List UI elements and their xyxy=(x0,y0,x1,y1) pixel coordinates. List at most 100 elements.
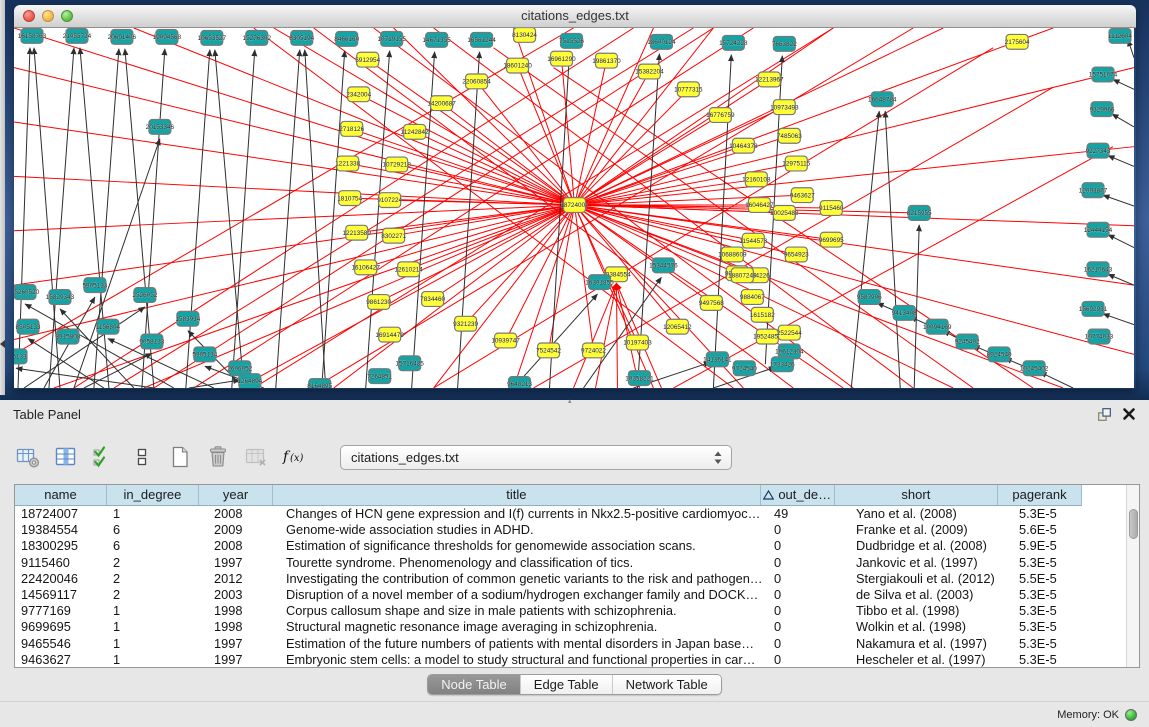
graph-node[interactable]: 11242842 xyxy=(401,124,429,139)
graph-node[interactable]: 11544573 xyxy=(739,233,767,248)
table-cell[interactable]: 0 xyxy=(769,571,844,587)
graph-node[interactable]: 7515526 xyxy=(559,33,584,48)
memory-status-indicator[interactable] xyxy=(1125,709,1137,721)
tab-network-table[interactable]: Network Table xyxy=(612,675,721,694)
table-cell[interactable]: 5.3E-5 xyxy=(1009,555,1094,571)
table-cell[interactable]: 6 xyxy=(108,538,201,554)
graph-node[interactable]: 9413408 xyxy=(892,305,917,320)
table-cell[interactable]: 2 xyxy=(108,571,201,587)
table-row[interactable]: 1872400712008Changes of HCN gene express… xyxy=(15,506,1125,522)
table-cell[interactable]: 9777169 xyxy=(15,603,108,619)
graph-node[interactable]: 16914479 xyxy=(375,327,404,342)
graph-node[interactable]: 19861370 xyxy=(592,53,621,68)
graph-node[interactable]: 15751074 xyxy=(1089,67,1118,82)
graph-node[interactable]: 10688609 xyxy=(718,247,747,262)
graph-node[interactable]: 10939747 xyxy=(491,333,520,348)
table-cell[interactable]: de Silva et al. (2003) xyxy=(844,587,1009,603)
table-cell[interactable]: 1997 xyxy=(201,652,276,668)
table-cell[interactable]: 1997 xyxy=(201,636,276,652)
graph-node[interactable]: 19094568 xyxy=(153,29,182,44)
graph-node[interactable]: 9654923 xyxy=(784,247,809,262)
graph-node[interactable]: 20691406 xyxy=(108,29,137,44)
table-cell[interactable]: 1 xyxy=(108,603,201,619)
table-cell[interactable]: Nakamura et al. (1997) xyxy=(844,636,1009,652)
graph-node[interactable]: 15716485 xyxy=(395,356,424,371)
graph-node[interactable]: 10245402 xyxy=(1020,361,1049,376)
graph-node[interactable]: 9884067 xyxy=(740,290,765,305)
table-cell[interactable]: Tourette syndrome. Phenomenology and cla… xyxy=(276,555,769,571)
column-header-name[interactable]: name xyxy=(15,485,107,505)
graph-node[interactable]: 1810754 xyxy=(337,191,362,206)
table-row[interactable]: 969969511998Structural magnetic resonanc… xyxy=(15,619,1125,635)
panel-expand-arrow-icon[interactable] xyxy=(0,340,5,348)
graph-node[interactable]: 12610214 xyxy=(394,262,423,277)
hub-node[interactable]: 18724007 xyxy=(560,198,589,213)
graph-node[interactable]: 8215955 xyxy=(907,206,932,221)
graph-node[interactable]: 2522544 xyxy=(777,325,802,340)
table-cell[interactable]: Wolkin et al. (1998) xyxy=(844,619,1009,635)
table-vertical-scrollbar[interactable] xyxy=(1126,485,1139,667)
table-cell[interactable]: 1 xyxy=(108,619,201,635)
float-panel-icon[interactable] xyxy=(1096,406,1113,423)
table-cell[interactable]: 18300295 xyxy=(15,538,108,554)
graph-node[interactable]: 10774033 xyxy=(1085,329,1114,344)
table-cell[interactable]: Stergiakouli et al. (2012) xyxy=(844,571,1009,587)
graph-node[interactable]: 8924540 xyxy=(987,347,1012,362)
graph-node[interactable]: 16210643 xyxy=(1084,262,1113,277)
graph-node[interactable]: 5905134 xyxy=(192,347,217,362)
graph-node[interactable]: 9724540 xyxy=(732,361,757,376)
minimize-window-button[interactable] xyxy=(42,10,54,22)
table-cell[interactable]: 2008 xyxy=(201,506,276,522)
table-cell[interactable]: 18724007 xyxy=(15,506,108,522)
table-cell[interactable]: Estimation of the future numbers of pati… xyxy=(276,636,769,652)
graph-node[interactable]: 18601240 xyxy=(503,58,532,73)
graph-node[interactable]: 10464378 xyxy=(729,138,758,153)
column-header-out_de[interactable]: out_de… xyxy=(761,485,835,505)
zoom-window-button[interactable] xyxy=(61,10,73,22)
graph-node[interactable]: 2718126 xyxy=(339,121,364,136)
table-row[interactable]: 977716911998Corpus callosum shape and si… xyxy=(15,603,1125,619)
graph-node[interactable]: 16106427 xyxy=(351,260,380,275)
graph-node[interactable]: 25260520 xyxy=(14,285,40,300)
graph-node[interactable]: 8164895 xyxy=(307,379,332,388)
select-columns-icon[interactable] xyxy=(90,443,118,471)
collapsed-panel-strip[interactable] xyxy=(0,0,5,395)
table-cell[interactable]: 0 xyxy=(769,619,844,635)
table-cell[interactable]: 2008 xyxy=(201,538,276,554)
table-cell[interactable]: 5.3E-5 xyxy=(1009,587,1094,603)
table-cell[interactable]: 2 xyxy=(108,587,201,603)
graph-node[interactable]: 18807249 xyxy=(728,268,757,283)
table-cell[interactable]: Investigating the contribution of common… xyxy=(276,571,769,587)
graph-node[interactable]: 9107224 xyxy=(377,193,402,208)
graph-node[interactable]: 10358221 xyxy=(625,371,654,386)
table-cell[interactable]: 14569117 xyxy=(15,587,108,603)
table-row[interactable]: 946362711997Embryonic stem cells: a mode… xyxy=(15,652,1125,668)
graph-node[interactable]: 1112604 xyxy=(1108,28,1132,43)
graph-node[interactable]: 9497568 xyxy=(699,296,724,311)
table-cell[interactable]: Yano et al. (2008) xyxy=(844,506,1009,522)
graph-node[interactable]: 12213967 xyxy=(755,72,784,87)
table-cell[interactable]: 0 xyxy=(769,636,844,652)
graph-node[interactable]: 22060854 xyxy=(462,74,491,89)
column-header-title[interactable]: title xyxy=(273,485,761,505)
graph-node[interactable]: 16301855 xyxy=(585,275,614,290)
table-cell[interactable]: 9115460 xyxy=(15,555,108,571)
graph-node[interactable]: 10094169 xyxy=(923,319,952,334)
graph-node[interactable]: 15344576 xyxy=(649,258,678,273)
graph-node[interactable]: 9058133 xyxy=(139,334,164,349)
table-cell[interactable]: 6 xyxy=(108,522,201,538)
table-cell[interactable]: 0 xyxy=(769,652,844,668)
graph-node[interactable]: 8302271 xyxy=(381,228,406,243)
table-cell[interactable]: 5.6E-5 xyxy=(1009,522,1094,538)
graph-node[interactable]: 12975115 xyxy=(782,156,810,171)
table-cell[interactable]: 1 xyxy=(108,652,201,668)
graph-node[interactable]: 7264851 xyxy=(367,369,392,384)
network-canvas[interactable]: 1615876321055724206914061909456810653527… xyxy=(14,28,1134,388)
column-header-year[interactable]: year xyxy=(199,485,273,505)
show-columns-icon[interactable] xyxy=(52,443,80,471)
graph-node[interactable]: 15382204 xyxy=(635,64,664,79)
graph-node[interactable]: 10777315 xyxy=(674,82,703,97)
table-row[interactable]: 946554611997Estimation of the future num… xyxy=(15,636,1125,652)
graph-node[interactable]: 2526052 xyxy=(132,288,157,303)
tab-node-table[interactable]: Node Table xyxy=(428,675,520,694)
